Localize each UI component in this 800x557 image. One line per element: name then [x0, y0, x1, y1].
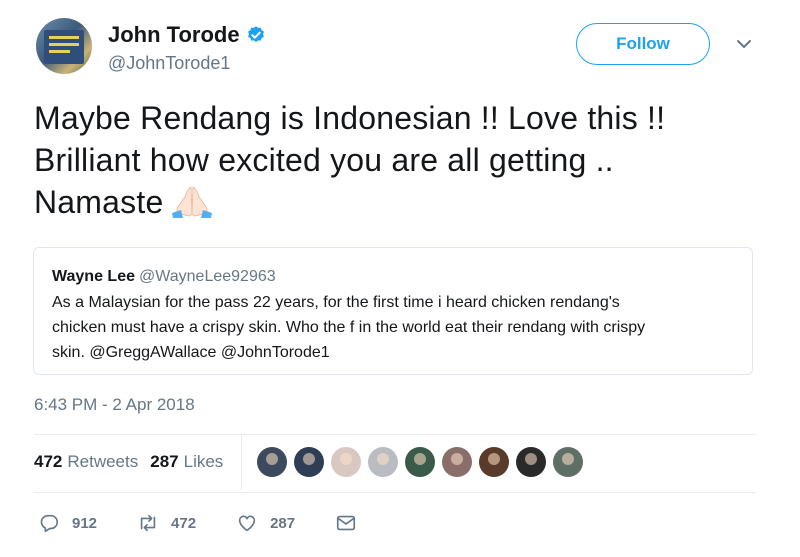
follow-button[interactable]: Follow [576, 23, 710, 65]
likes-label[interactable]: Likes [184, 452, 224, 472]
chevron-down-icon[interactable] [736, 38, 752, 50]
likes-count[interactable]: 287 [150, 452, 178, 472]
quoted-tweet[interactable]: Wayne Lee @WayneLee92963 As a Malaysian f… [33, 247, 753, 375]
liker-avatar[interactable] [442, 447, 472, 477]
reply-button[interactable]: 912 [38, 512, 97, 534]
liker-avatar[interactable] [479, 447, 509, 477]
liker-avatar[interactable] [368, 447, 398, 477]
retweets-count[interactable]: 472 [34, 452, 62, 472]
like-button[interactable]: 287 [236, 512, 295, 534]
envelope-icon [337, 515, 356, 531]
stats-top-divider [34, 434, 756, 435]
quoted-text-line: As a Malaysian for the pass 22 years, fo… [52, 294, 620, 311]
folded-hands-emoji [172, 186, 213, 218]
verified-badge-icon [247, 26, 264, 43]
liker-avatar[interactable] [331, 447, 361, 477]
retweet-icon [140, 514, 156, 532]
author-avatar[interactable] [36, 18, 92, 74]
retweet-count: 472 [171, 514, 197, 532]
quoted-text-line: skin. @GreggAWallace @JohnTorode1 [52, 344, 330, 361]
quoted-author-name: Wayne Lee [52, 268, 135, 285]
quoted-tweet-header: Wayne Lee @WayneLee92963 [52, 266, 734, 288]
tweet-text-line: Maybe Rendang is Indonesian !! Love this… [34, 100, 666, 136]
heart-icon [238, 515, 256, 532]
author-name-row: John Torode [108, 22, 266, 48]
quoted-author-handle: @WayneLee92963 [139, 268, 276, 285]
reply-icon [40, 514, 59, 533]
liker-avatar[interactable] [516, 447, 546, 477]
liker-avatar[interactable] [553, 447, 583, 477]
tweet-timestamp[interactable]: 6:43 PM - 2 Apr 2018 [34, 395, 195, 415]
like-count: 287 [270, 514, 296, 532]
tweet-text-line: Brilliant how excited you are all gettin… [34, 142, 614, 178]
quoted-text-line: chicken must have a crispy skin. Who the… [52, 319, 646, 336]
liker-avatar[interactable] [257, 447, 287, 477]
author-handle[interactable]: @JohnTorode1 [108, 53, 230, 74]
tweet-text-word: Namaste [34, 184, 164, 220]
retweets-label[interactable]: Retweets [67, 452, 138, 472]
reply-count: 912 [72, 514, 98, 532]
quoted-tweet-text: As a Malaysian for the pass 22 years, fo… [52, 290, 734, 365]
liker-avatar[interactable] [405, 447, 435, 477]
liker-avatar[interactable] [294, 447, 324, 477]
author-name[interactable]: John Torode [108, 22, 240, 48]
avatar-image [44, 30, 84, 64]
direct-message-button[interactable] [335, 512, 357, 534]
tweet-text-line: Namaste [34, 181, 774, 223]
tweet-actions: 912 472 287 [38, 512, 397, 534]
actions-top-divider [34, 492, 756, 493]
liker-avatars [257, 447, 590, 477]
tweet-stats: 472 Retweets 287 Likes [34, 448, 235, 476]
tweet-header: John Torode @JohnTorode1 Follow [36, 14, 766, 84]
retweet-button[interactable]: 472 [137, 512, 196, 534]
tweet-text: Maybe Rendang is Indonesian !! Love this… [34, 97, 774, 223]
stats-vertical-divider [241, 436, 242, 490]
